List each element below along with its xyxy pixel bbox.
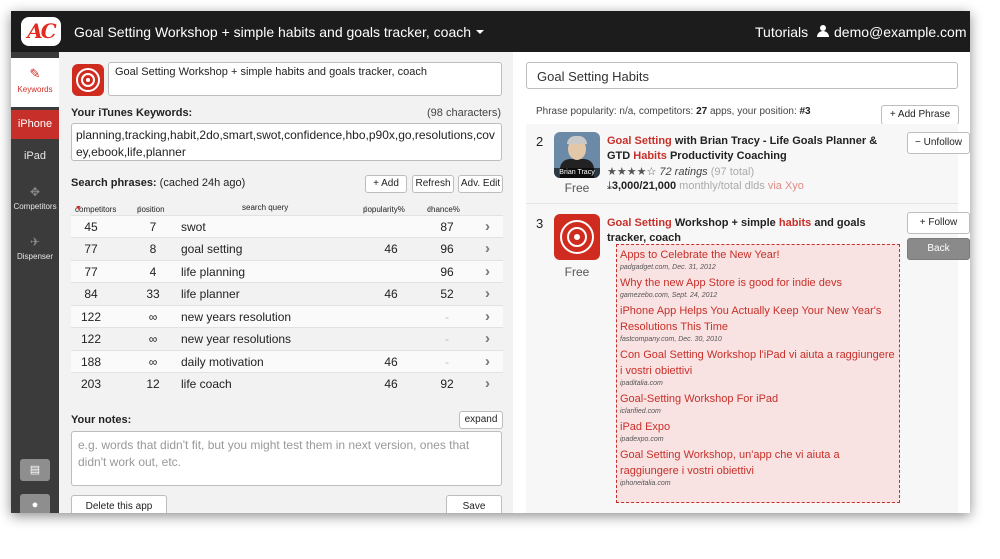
price-label: Free — [564, 181, 590, 195]
competitor-title[interactable]: Goal Setting Workshop + simple habits an… — [607, 216, 889, 246]
refresh-button[interactable]: Refresh — [412, 175, 454, 193]
keywords-panel: Goal Setting Workshop + simple habits an… — [59, 52, 513, 513]
follow-button[interactable]: + Follow — [907, 212, 970, 234]
table-row[interactable]: 203 12 life coach 46 92 › — [71, 372, 503, 394]
notes-field[interactable]: e.g. words that didn't fit, but you migh… — [71, 431, 502, 486]
competitors-panel: Goal Setting Habits Phrase popularity: n… — [513, 52, 970, 513]
table-row[interactable]: 84 33 life planner 46 52 › — [71, 282, 503, 304]
sidebar-item-keywords[interactable]: ✎ Keywords — [11, 58, 59, 107]
app-name-field[interactable]: Goal Setting Workshop + simple habits an… — [108, 62, 502, 96]
add-phrase-button[interactable]: + Add Phrase — [881, 105, 959, 125]
chevron-right-icon: › — [485, 330, 490, 347]
sidebar-item-dispenser[interactable]: ✈ Dispenser — [11, 235, 59, 275]
expand-button[interactable]: expand — [459, 411, 503, 429]
search-phrases-title: Search phrases: — [71, 177, 157, 189]
chat-icon[interactable]: ● — [20, 494, 50, 513]
chevron-right-icon: › — [485, 240, 490, 257]
table-row[interactable]: 45 7 swot 87 › — [71, 215, 503, 237]
news-item[interactable]: Goal Setting Workshop, un'app che vi aiu… — [620, 447, 896, 489]
notes-label: Your notes: — [71, 414, 132, 426]
caret-down-icon — [476, 30, 485, 34]
book-icon[interactable]: ▤ — [20, 459, 50, 481]
save-button[interactable]: Save — [446, 495, 502, 513]
chevron-right-icon: › — [485, 353, 490, 370]
rating: ★★★★☆ 72 ratings (97 total) — [607, 166, 755, 178]
phrases-table: 45 7 swot 87 › 77 8 goal setting 46 96 › 77 4 life … — [71, 215, 503, 395]
sidebar-item-ipad[interactable]: iPad — [11, 142, 59, 171]
sort-icon: ⇕ — [137, 206, 143, 213]
back-button[interactable]: Back — [907, 238, 970, 260]
sidebar-item-label: Competitors — [13, 202, 57, 211]
app-selector[interactable]: Goal Setting Workshop + simple habits an… — [74, 24, 485, 40]
adv-edit-button[interactable]: Adv. Edit — [458, 175, 503, 193]
news-item[interactable]: iPad Expo ipadexpo.com — [620, 419, 896, 445]
competitor-rank: 2 — [536, 134, 544, 149]
chevron-right-icon: › — [485, 375, 490, 392]
downloads: ⤓3,000/21,000 monthly/total dlds via Xyo — [607, 180, 804, 192]
pencil-icon: ✎ — [29, 66, 41, 81]
chevron-right-icon: › — [485, 285, 490, 302]
keywords-char-count: (98 characters) — [427, 107, 501, 119]
price-label: Free — [564, 265, 590, 279]
keywords-label: Your iTunes Keywords: — [71, 107, 193, 119]
column-query[interactable]: search query — [242, 203, 288, 212]
news-list: Apps to Celebrate the New Year! padgadget… — [616, 244, 900, 503]
competitor-rank: 3 — [536, 216, 544, 231]
phrase-search-input[interactable]: Goal Setting Habits — [526, 62, 958, 89]
app-logo[interactable]: AC — [21, 17, 61, 46]
table-row[interactable]: 188 ∞ daily motivation 46- › — [71, 350, 503, 372]
sidebar-item-competitors[interactable]: ✥ Competitors — [11, 185, 59, 225]
news-item[interactable]: Goal-Setting Workshop For iPad iclarified… — [620, 391, 896, 417]
sidebar-item-iphone[interactable]: iPhone — [11, 110, 59, 139]
competitor-app-icon: Brian Tracy — [554, 132, 600, 178]
sort-icon: ⇕ — [363, 206, 369, 213]
sidebar-item-label: Keywords — [17, 85, 53, 94]
news-item[interactable]: Apps to Celebrate the New Year! padgadget… — [620, 247, 896, 273]
user-icon — [817, 25, 829, 37]
app-selector-label: Goal Setting Workshop + simple habits an… — [74, 24, 472, 40]
sort-desc-icon: ▼ — [75, 205, 82, 212]
chevron-right-icon: › — [485, 218, 490, 235]
sidebar-item-label: Dispenser — [16, 252, 53, 261]
competitor-item[interactable]: 2 Brian Tracy Free Goal Setting with Bri… — [526, 126, 970, 204]
tutorials-link[interactable]: Tutorials — [755, 24, 808, 40]
sort-icon: ⇕ — [427, 206, 433, 213]
news-item[interactable]: Con Goal Setting Workshop l'iPad vi aiut… — [620, 347, 896, 389]
table-row[interactable]: 77 4 life planning 96 › — [71, 260, 503, 282]
cache-note: (cached 24h ago) — [159, 177, 246, 189]
delete-app-button[interactable]: Delete this app — [71, 495, 167, 513]
competitor-list: 2 Brian Tracy Free Goal Setting with Bri… — [526, 124, 970, 513]
add-phrase-button[interactable]: + Add — [365, 175, 407, 193]
competitor-title[interactable]: Goal Setting with Brian Tracy - Life Goa… — [607, 134, 889, 164]
table-row[interactable]: 122 ∞ new years resolution - › — [71, 305, 503, 327]
table-row[interactable]: 122 ∞ new year resolutions - › — [71, 327, 503, 349]
unfollow-button[interactable]: − Unfollow — [907, 132, 970, 154]
app-icon — [72, 64, 104, 96]
app-window: AC Goal Setting Workshop + simple habits… — [11, 11, 970, 513]
airplane-icon: ✈ — [29, 235, 41, 249]
news-item[interactable]: Why the new App Store is good for indie … — [620, 275, 896, 301]
chevron-right-icon: › — [485, 263, 490, 280]
user-account-link[interactable]: demo@example.com — [834, 24, 967, 40]
competitor-item[interactable]: 3 Free Goal Setting Workshop + simple ha… — [526, 208, 970, 513]
news-item[interactable]: iPhone App Helps You Actually Keep Your … — [620, 303, 896, 345]
top-navbar: AC Goal Setting Workshop + simple habits… — [11, 11, 970, 52]
chevron-right-icon: › — [485, 308, 490, 325]
phrase-stats: Phrase popularity: n/a, competitors: 27 … — [536, 106, 811, 117]
table-row[interactable]: 77 8 goal setting 46 96 › — [71, 237, 503, 259]
crosshair-icon: ✥ — [29, 185, 41, 199]
sidebar: ✎ Keywords iPhone iPad ✥ Competitors ✈ D… — [11, 52, 59, 513]
star-rating-icon: ★★★★☆ — [607, 166, 657, 178]
search-phrases-label: Search phrases: (cached 24h ago) — [71, 177, 245, 189]
competitor-app-icon — [554, 214, 600, 260]
keywords-field[interactable]: planning,tracking,habit,2do,smart,swot,c… — [71, 123, 502, 161]
